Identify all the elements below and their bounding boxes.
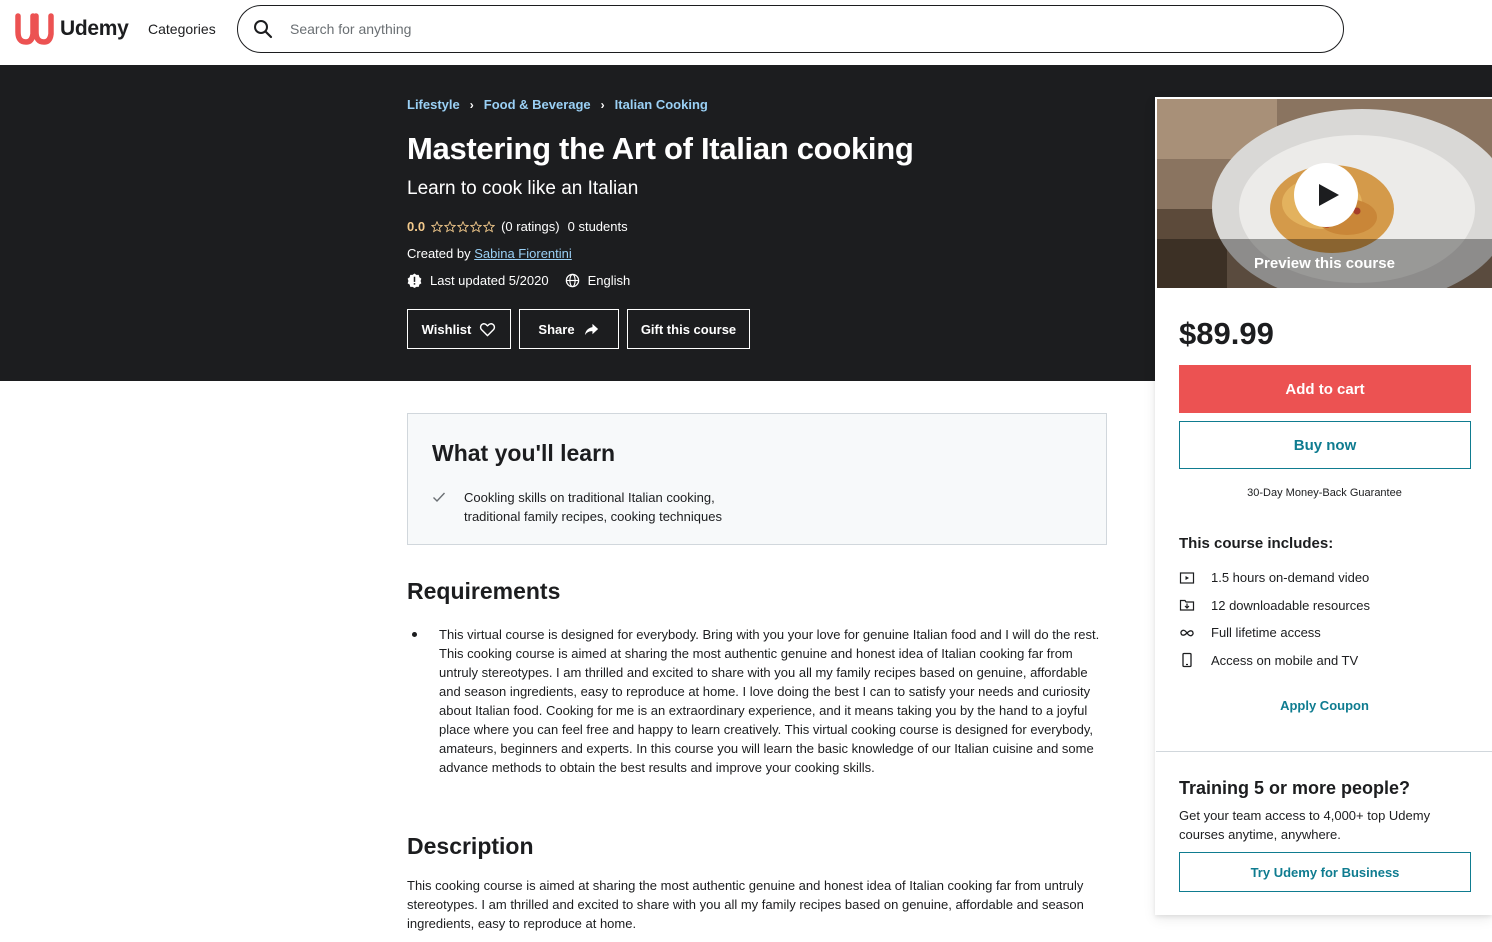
ratings-count[interactable]: (0 ratings) [501,219,560,234]
includes-label: Full lifetime access [1211,625,1321,641]
includes-label: 1.5 hours on-demand video [1211,570,1370,586]
infinity-icon [1180,629,1194,637]
includes-item-mobile: Access on mobile and TV [1179,647,1370,675]
last-updated: Last updated 5/2020 [430,273,549,288]
wishlist-label: Wishlist [421,321,472,337]
breadcrumb-lifestyle[interactable]: Lifestyle [407,97,460,112]
course-language: English [587,273,631,288]
rating-value: 0.0 [407,219,426,234]
includes-item-lifetime: Full lifetime access [1179,619,1370,647]
wishlist-button[interactable]: Wishlist [407,309,511,349]
includes-title: This course includes: [1179,535,1334,552]
description-text: This cooking course is aimed at sharing … [407,878,1084,931]
star-empty-icon [457,220,470,233]
students-count: 0 students [567,219,628,234]
share-button[interactable]: Share [519,309,619,349]
includes-label: Access on mobile and TV [1211,652,1359,668]
top-navbar: Udemy Categories [0,0,1492,65]
share-label: Share [538,321,575,337]
created-by: Created by Sabina Fiorentini [407,246,572,261]
udemy-logo[interactable]: Udemy [14,12,129,46]
course-includes-list: 1.5 hours on-demand video 12 downloadabl… [1179,564,1370,674]
includes-item-video: 1.5 hours on-demand video [1179,564,1370,592]
bullet-icon [412,632,417,637]
checkmark-icon [433,492,446,503]
training-text: Get your team access to 4,000+ top Udemy… [1179,808,1431,842]
preview-label: Preview this course [1254,255,1395,272]
play-icon [1319,184,1339,206]
apply-coupon-link[interactable]: Apply Coupon [1156,698,1492,713]
chevron-right-icon: › [469,97,474,112]
share-arrow-icon [584,323,598,335]
star-rating [431,220,496,233]
add-to-cart-button[interactable]: Add to cart [1179,365,1471,413]
gift-course-button[interactable]: Gift this course [627,309,750,349]
search-icon[interactable] [253,19,273,39]
course-title: Mastering the Art of Italian cooking [407,131,914,166]
categories-menu[interactable]: Categories [148,21,216,37]
learn-item: Cookling skills on traditional Italian c… [432,488,764,526]
video-icon [1179,572,1195,584]
course-meta: Last updated 5/2020 English [407,273,630,288]
money-back-guarantee: 30-Day Money-Back Guarantee [1247,487,1402,499]
search-bar[interactable] [237,5,1344,53]
divider [1156,751,1492,752]
mobile-icon [1182,653,1192,668]
alert-badge-icon [407,273,422,288]
hero-actions: Wishlist Share Gift this course [407,309,750,349]
training-title: Training 5 or more people? [1179,778,1411,798]
breadcrumb-food-beverage[interactable]: Food & Beverage [484,97,591,112]
search-input[interactable] [290,21,1190,37]
breadcrumb-italian-cooking[interactable]: Italian Cooking [615,97,708,112]
requirements-title: Requirements [407,578,561,604]
globe-icon [565,273,579,288]
heart-icon [480,322,496,336]
created-by-label: Created by [407,246,471,261]
includes-label: 12 downloadable resources [1211,597,1370,613]
star-empty-icon [470,220,483,233]
play-button[interactable] [1294,163,1358,227]
buy-now-button[interactable]: Buy now [1179,421,1471,469]
includes-item-resources: 12 downloadable resources [1179,592,1370,620]
course-subtitle: Learn to cook like an Italian [407,178,639,199]
rating-row: 0.0 (0 ratings) 0 students [407,219,628,234]
try-business-button[interactable]: Try Udemy for Business [1179,852,1471,892]
purchase-card: Preview this course $89.99 Add to cart B… [1155,97,1492,915]
star-empty-icon [444,220,457,233]
requirement-item: This virtual course is designed for ever… [439,627,1100,775]
course-price: $89.99 [1179,316,1274,351]
logo-text: Udemy [60,17,129,40]
star-empty-icon [431,220,444,233]
learn-item-text: Cookling skills on traditional Italian c… [464,490,722,524]
what-youll-learn: What you'll learn Cookling skills on tra… [407,413,1107,545]
description-title: Description [407,833,534,859]
learn-title: What you'll learn [432,440,616,466]
udemy-logo-icon [15,13,54,45]
star-empty-icon [483,220,496,233]
instructor-link[interactable]: Sabina Fiorentini [474,246,572,261]
download-icon [1179,600,1195,611]
breadcrumb: Lifestyle › Food & Beverage › Italian Co… [407,97,708,112]
chevron-right-icon: › [600,97,605,112]
course-preview[interactable]: Preview this course [1157,99,1492,288]
